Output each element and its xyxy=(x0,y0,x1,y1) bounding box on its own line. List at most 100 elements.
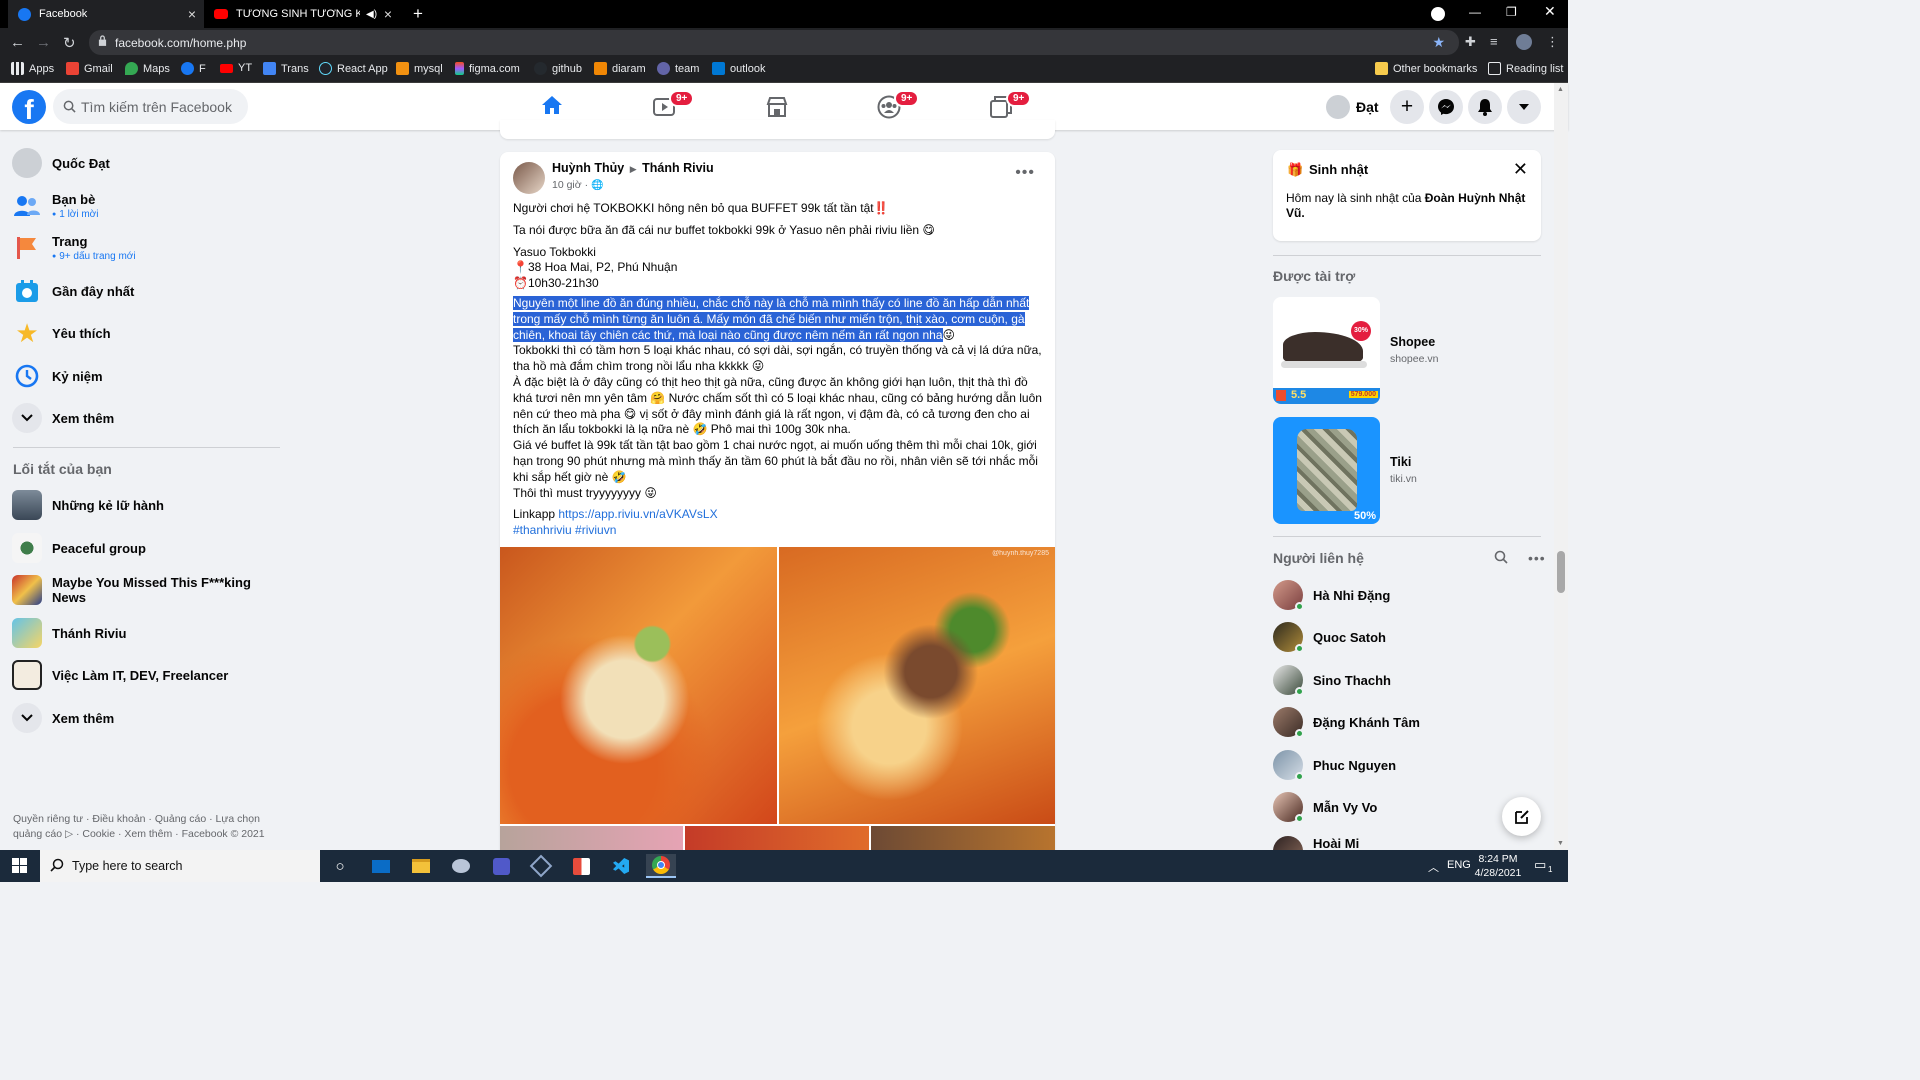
bookmark-diagram[interactable]: diaram xyxy=(594,62,646,75)
new-message-button[interactable] xyxy=(1502,797,1541,836)
reading-list[interactable]: Reading list xyxy=(1488,62,1563,75)
bookmark-team[interactable]: team xyxy=(657,62,699,75)
other-bookmarks[interactable]: Other bookmarks xyxy=(1375,62,1477,75)
bookmark-gmail[interactable]: Gmail xyxy=(66,62,113,75)
contact-item[interactable]: Phuc Nguyen xyxy=(1273,745,1541,785)
restore-button[interactable]: ❐ xyxy=(1506,5,1517,19)
post-photo[interactable] xyxy=(685,826,869,852)
tray-expand-icon[interactable]: ︿ xyxy=(1428,859,1439,875)
close-window-button[interactable]: ✕ xyxy=(1544,3,1556,20)
tab-youtube[interactable]: TƯƠNG SINH TƯƠNG KHẮC ◀) × xyxy=(204,0,400,28)
bookmark-facebook[interactable]: F xyxy=(181,62,206,75)
header-profile-button[interactable]: Đạt xyxy=(1322,90,1387,123)
bookmark-mysql[interactable]: mysql xyxy=(396,62,443,75)
shortcut-item[interactable]: Những kẻ lữ hành xyxy=(8,483,284,527)
contact-item[interactable]: Hà Nhi Đặng xyxy=(1273,575,1541,615)
sponsored-ad-shopee[interactable]: 30% 5.5 579.000 Shopee shopee.vn xyxy=(1273,297,1541,404)
bookmark-maps[interactable]: Maps xyxy=(125,62,170,75)
shortcut-item[interactable]: Thánh Riviu xyxy=(8,611,284,655)
sponsored-ad-tiki[interactable]: 50% Tiki tiki.vn xyxy=(1273,417,1541,524)
notification-center-icon[interactable]: ▭ xyxy=(1534,857,1546,873)
post-photo[interactable] xyxy=(500,826,683,852)
chrome-app-icon[interactable] xyxy=(646,854,676,878)
bookmark-apps[interactable]: Apps xyxy=(11,62,54,75)
bookmark-star-icon[interactable]: ★ xyxy=(1432,34,1445,51)
post-options-button[interactable]: ••• xyxy=(1015,164,1035,182)
scrollbar-thumb[interactable] xyxy=(1557,551,1565,593)
media-queue-icon[interactable]: ≡ xyxy=(1490,34,1498,49)
post-link[interactable]: https://app.riviu.vn/aVKAVsLX xyxy=(558,507,717,521)
account-menu-button[interactable] xyxy=(1507,90,1541,124)
bookmark-react-app[interactable]: React App xyxy=(319,62,388,75)
sidebar-item-profile[interactable]: Quốc Đạt xyxy=(8,141,284,185)
post-photo[interactable] xyxy=(871,826,1055,852)
sidebar-item-memories[interactable]: Kỷ niệm xyxy=(8,354,284,398)
contact-item[interactable]: Sino Thachh xyxy=(1273,660,1541,700)
sidebar-item-favorites[interactable]: ★ Yêu thích xyxy=(8,311,284,355)
sidebar-see-more[interactable]: Xem thêm xyxy=(8,396,284,440)
footer-links[interactable]: Quyền riêng tư · Điều khoản · Quảng cáo … xyxy=(13,812,278,842)
teams-app-icon[interactable] xyxy=(486,854,516,878)
contact-item[interactable]: Mẫn Vy Vo xyxy=(1273,787,1541,827)
taskbar-search-input[interactable]: Type here to search xyxy=(40,850,320,882)
sidebar-item-friends[interactable]: Bạn bè 1 lời mời xyxy=(8,184,284,228)
file-explorer-icon[interactable] xyxy=(406,854,436,878)
page-scrollbar[interactable]: ▲ ▼ xyxy=(1554,83,1568,850)
task-view-icon[interactable]: ○ xyxy=(325,854,355,878)
bookmark-outlook[interactable]: outlook xyxy=(712,62,765,75)
create-button[interactable]: + xyxy=(1390,90,1424,124)
contact-item[interactable]: Quoc Satoh xyxy=(1273,617,1541,657)
facebook-logo-icon[interactable]: f xyxy=(12,90,46,124)
shortcuts-heading: Lối tắt của bạn xyxy=(13,461,112,477)
minimize-button[interactable]: — xyxy=(1469,5,1481,19)
media-control-icon[interactable] xyxy=(1431,7,1445,21)
reload-button[interactable]: ↻ xyxy=(63,34,76,52)
system-clock[interactable]: 8:24 PM 4/28/2021 xyxy=(1470,852,1526,880)
windows-start-icon[interactable] xyxy=(12,858,27,873)
post-photo[interactable]: @huynh.thuy7285 xyxy=(779,547,1055,824)
contact-item[interactable]: Hoài Mi xyxy=(1273,830,1541,850)
new-tab-button[interactable]: + xyxy=(403,0,433,28)
chrome-menu-icon[interactable]: ⋮ xyxy=(1546,34,1559,50)
close-tab-icon[interactable]: × xyxy=(188,6,196,22)
shortcut-item[interactable]: Việc Làm IT, DEV, Freelancer xyxy=(8,653,284,697)
bookmark-youtube[interactable]: YT xyxy=(220,62,252,74)
group-name[interactable]: Thánh Riviu xyxy=(642,161,714,175)
extensions-icon[interactable]: ✚ xyxy=(1465,34,1476,50)
contacts-options-icon[interactable]: ••• xyxy=(1528,550,1546,566)
sidebar-item-recent[interactable]: Gần đây nhất xyxy=(8,269,284,313)
scroll-down-arrow-icon[interactable]: ▼ xyxy=(1557,840,1564,847)
mail-app-icon[interactable] xyxy=(366,854,396,878)
snip-app-icon[interactable] xyxy=(566,854,596,878)
tab-facebook[interactable]: Facebook × xyxy=(8,0,204,28)
search-input[interactable]: Tìm kiếm trên Facebook xyxy=(53,89,248,124)
speaker-icon[interactable]: ◀) xyxy=(366,9,377,20)
scroll-up-arrow-icon[interactable]: ▲ xyxy=(1557,86,1564,93)
bookmark-trans[interactable]: Trans xyxy=(263,62,309,75)
shortcuts-see-more[interactable]: Xem thêm xyxy=(8,696,284,740)
post-timestamp[interactable]: 10 giờ · 🌐 xyxy=(552,179,603,191)
messenger-button[interactable] xyxy=(1429,90,1463,124)
input-language[interactable]: ENG xyxy=(1447,859,1471,871)
shortcut-item[interactable]: Peaceful group xyxy=(8,526,284,570)
vscode-app-icon[interactable] xyxy=(606,854,636,878)
notifications-button[interactable] xyxy=(1468,90,1502,124)
close-tab-icon[interactable]: × xyxy=(384,6,392,22)
close-icon[interactable]: ✕ xyxy=(1513,159,1528,180)
shortcut-item[interactable]: Maybe You Missed This F***king News xyxy=(8,568,284,612)
post-photo[interactable] xyxy=(500,547,777,824)
address-bar[interactable]: facebook.com/home.php ★ xyxy=(89,30,1459,55)
profile-avatar-icon[interactable] xyxy=(1516,34,1532,50)
feedback-app-icon[interactable] xyxy=(446,854,476,878)
bookmark-github[interactable]: github xyxy=(534,62,582,75)
contact-item[interactable]: Đặng Khánh Tâm xyxy=(1273,702,1541,742)
virtualbox-app-icon[interactable] xyxy=(526,854,556,878)
author-name[interactable]: Huỳnh Thủy xyxy=(552,161,624,175)
post-hashtags[interactable]: #thanhriviu #riviuvn xyxy=(513,523,1045,539)
contacts-search-icon[interactable] xyxy=(1494,550,1508,567)
forward-button[interactable]: → xyxy=(36,34,51,51)
bookmark-figma[interactable]: figma.com xyxy=(455,62,520,75)
author-avatar[interactable] xyxy=(513,162,545,194)
sidebar-item-pages[interactable]: Trang 9+ dấu trang mới xyxy=(8,226,284,270)
back-button[interactable]: ← xyxy=(10,34,25,51)
